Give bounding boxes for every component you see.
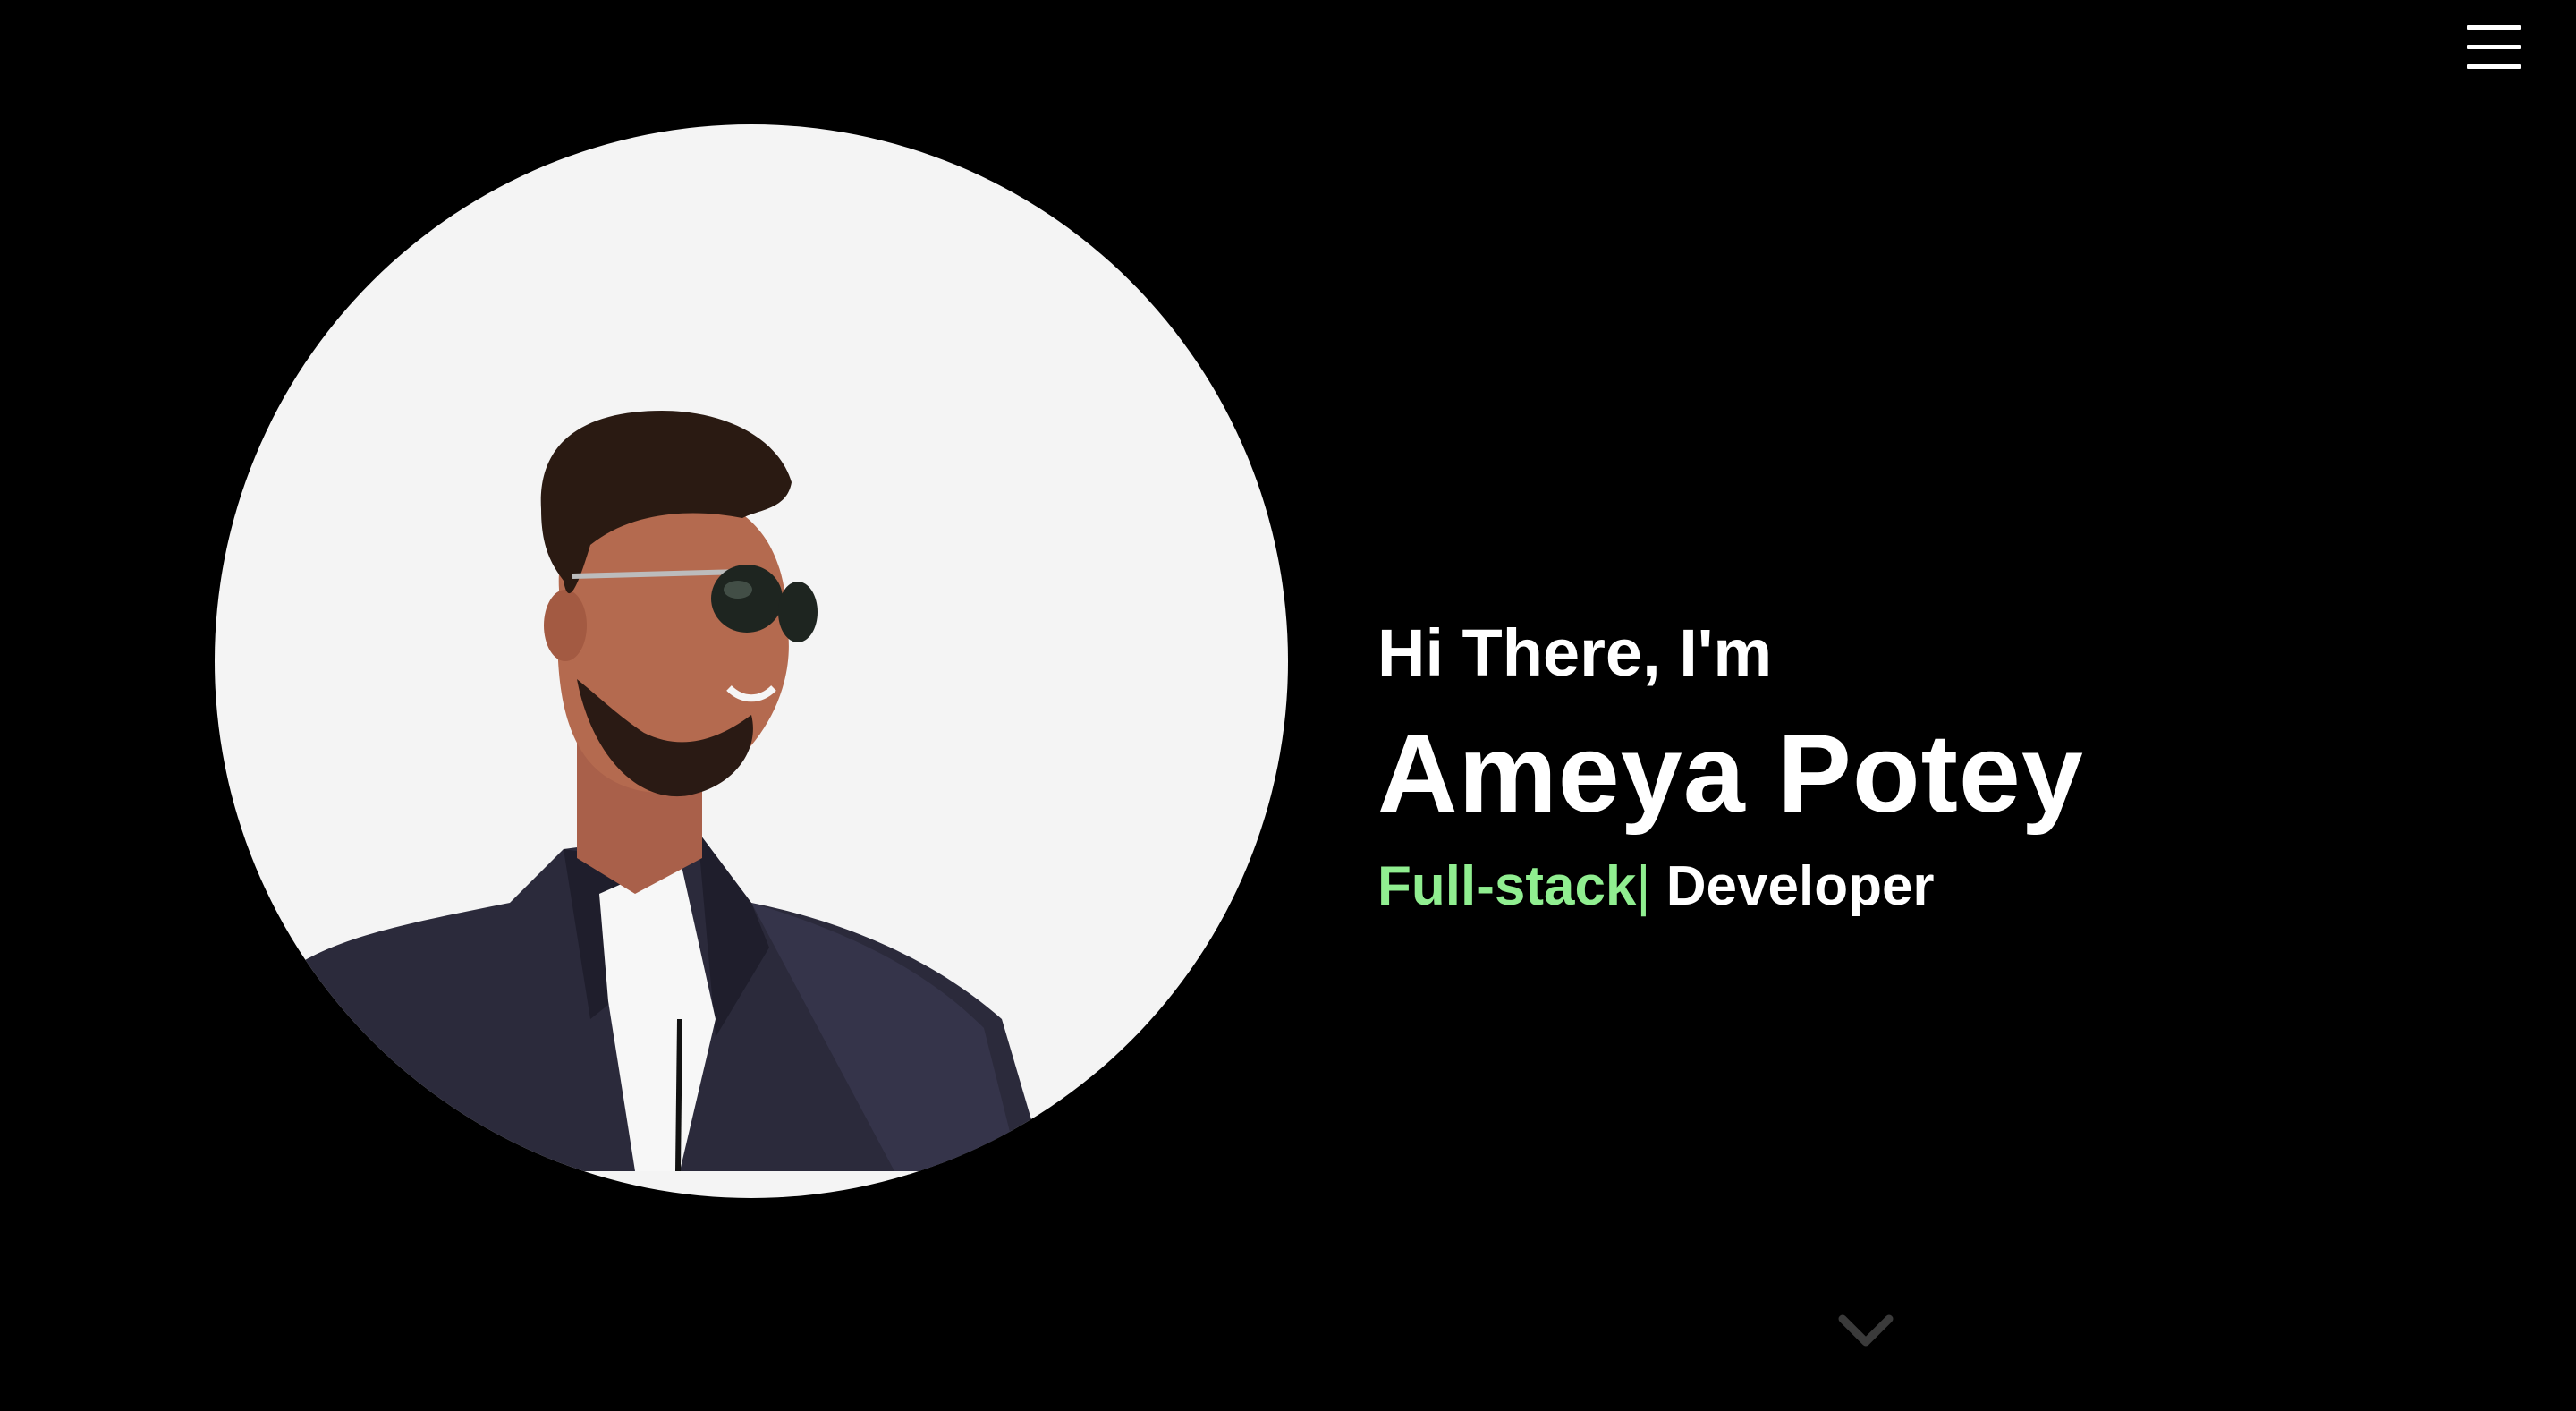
hamburger-menu-icon[interactable] bbox=[2462, 20, 2526, 77]
menu-bar-bottom bbox=[2467, 64, 2521, 69]
menu-bar-top bbox=[2467, 25, 2521, 30]
profile-photo bbox=[215, 124, 1288, 1198]
hero-intro: Hi There, I'm Ameya Potey Full-stack| De… bbox=[1377, 608, 2084, 927]
hero-name: Ameya Potey bbox=[1377, 712, 2084, 836]
menu-bar-middle bbox=[2467, 45, 2521, 49]
typing-cursor: | bbox=[1636, 855, 1651, 917]
chevron-down-icon[interactable] bbox=[1837, 1310, 1894, 1353]
hero-role: Full-stack| Developer bbox=[1377, 846, 2084, 927]
greeting-text: Hi There, I'm bbox=[1377, 616, 1773, 690]
role-suffix-text: Developer bbox=[1650, 855, 1935, 917]
role-typed-text: Full-stack bbox=[1377, 855, 1637, 917]
